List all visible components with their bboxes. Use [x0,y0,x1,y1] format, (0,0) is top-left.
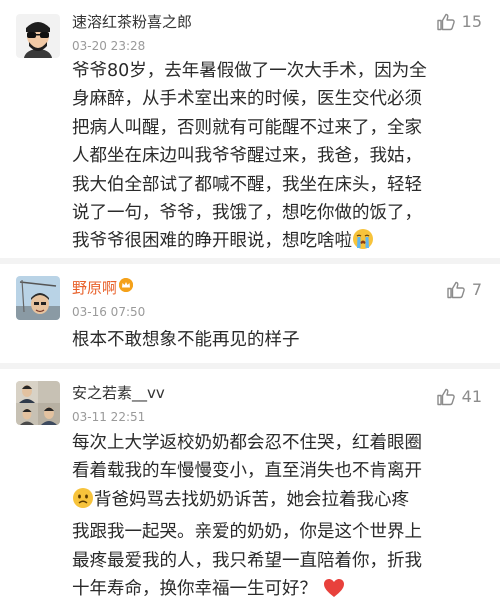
username[interactable]: 野原啊 [72,278,134,298]
comment-line: 我爷爷很困难的睁开眼说，想吃啥啦 [72,227,490,259]
comment-text: 爷爷80岁，去年暑假做了一次大手术，因为全 身麻醉，从手术室出来的时候，医生交代… [72,57,490,260]
comment-line: 背爸妈骂去找奶奶诉苦，她会拉着我心疼 [72,486,490,518]
like-count: 41 [461,387,482,406]
comment-line: 十年寿命，换你幸福一生可好？ [72,575,490,607]
username[interactable]: 安之若素__vv [72,383,165,403]
comment-1: 速溶红茶粉喜之郎 03-20 23:28 15 爷爷80岁，去年暑假做了一次大手… [0,0,500,262]
comment-line: 看着载我的车慢慢变小，直至消失也不肯离开 [72,461,422,482]
comment-3: 安之若素__vv 03-11 22:51 41 每次上大学返校奶奶都会忍不住哭，… [0,369,500,609]
avatar[interactable] [16,381,60,425]
vip-crown-icon [119,278,134,292]
sad-face-icon [72,487,94,518]
like-button[interactable]: 41 [436,387,482,407]
comment-text: 每次上大学返校奶奶都会忍不住哭，红着眼圈 看着载我的车慢慢变小，直至消失也不肯离… [72,429,490,607]
comment-line: 我跟我一起哭。亲爱的奶奶，你是这个世界上 [72,522,422,543]
comment-line: 我大伯全部试了都喊不醒，我坐在床头，轻轻 [72,174,422,195]
comment-line: 身麻醉，从手术室出来的时候，医生交代必须 [72,89,422,110]
timestamp: 03-20 23:28 [72,39,146,53]
thumbs-up-icon [436,13,455,31]
photo-avatar-icon [16,276,60,320]
like-button[interactable]: 7 [446,280,482,300]
comment-line: 人都坐在床边叫我爷爷醒过来，我爸，我姑， [72,146,422,167]
username-text: 野原啊 [72,279,118,297]
comment-line: 爷爷80岁，去年暑假做了一次大手术，因为全 [72,61,427,81]
thumbs-up-icon [436,388,455,406]
comment-line: 根本不敢想象不能再见的样子 [72,330,300,350]
photo-avatar-icon [16,381,60,425]
crying-face-icon [352,228,374,259]
comment-line: 把病人叫醒，否则就有可能醒不过来了，全家 [72,117,422,138]
like-button[interactable]: 15 [436,12,482,32]
comment-line: 每次上大学返校奶奶都会忍不住哭，红着眼圈 [72,433,422,453]
comment-line: 说了一句，爷爷，我饿了，想吃你做的饭了， [72,203,422,224]
like-count: 15 [461,12,482,31]
comment-2: 野原啊 03-16 07:50 7 根本不敢想象不能再见的样子 [0,264,500,364]
cartoon-avatar-icon [16,14,60,58]
comment-line: 最疼最爱我的人，我只希望一直陪着你，折我 [72,550,422,571]
comment-line-text: 我爷爷很困难的睁开眼说，想吃啥啦 [72,231,352,252]
username[interactable]: 速溶红茶粉喜之郎 [72,12,192,32]
like-count: 7 [471,280,482,299]
red-heart-icon [323,578,345,607]
comment-line-text: 十年寿命，换你幸福一生可好？ [72,579,317,600]
comment-line-text: 背爸妈骂去找奶奶诉苦，她会拉着我心疼 [94,489,409,510]
thumbs-up-icon [447,281,465,299]
timestamp: 03-16 07:50 [72,305,146,319]
avatar[interactable] [16,14,60,58]
comment-text: 根本不敢想象不能再见的样子 [72,326,490,354]
timestamp: 03-11 22:51 [72,410,146,424]
avatar[interactable] [16,276,60,320]
